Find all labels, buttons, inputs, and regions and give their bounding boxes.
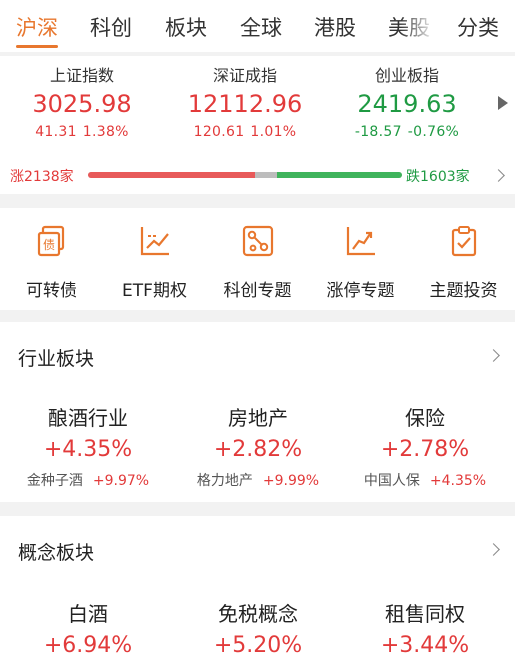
shortcut-convertible-bonds[interactable]: 债 可转债 [0,224,103,301]
tab-fade-overlay [400,0,442,50]
market-breadth[interactable]: 涨2138家 跌1603家 [0,164,515,188]
leading-stock-name: 中国人保 [363,473,420,489]
index-name: 深证成指 [212,66,277,85]
sector-name: 白酒 [68,602,108,626]
tab-hk-stocks[interactable]: 港股 [314,12,356,42]
network-icon [242,225,273,257]
shortcut-label: 主题投资 [429,281,498,301]
section-title: 行业板块 [18,348,95,370]
index-shanghai[interactable]: 上证指数 3025.98 41.31 1.38% [2,62,162,140]
shortcut-limit-up-topics[interactable]: 涨停专题 [309,224,412,301]
sector-tile[interactable]: 保险 +2.78% 中国人保 +4.35% [339,402,511,490]
decliners-label: 跌1603家 [406,169,470,185]
index-change: -18.57 -0.76% [327,124,487,140]
play-icon[interactable] [498,96,508,110]
sector-change: +3.44% [380,633,470,658]
shortcut-label: 科创专题 [223,281,292,301]
options-chart-icon [140,227,169,256]
sector-change: +2.78% [380,437,470,462]
concept-sector-panel: 概念板块 白酒 +6.94% 免税概念 +5.20% 租售同权 +3.44% [0,516,515,663]
tab-sectors[interactable]: 板块 [165,12,207,42]
sector-change: +6.94% [43,633,133,658]
leading-stock: 中国人保 +4.35% [339,470,511,490]
bond-icon: 债 [37,225,64,257]
sector-name: 租售同权 [385,602,465,626]
sector-name: 免税概念 [218,602,298,626]
sector-change: +5.20% [213,633,303,658]
sector-tile[interactable]: 租售同权 +3.44% [339,598,511,658]
sector-tile[interactable]: 白酒 +6.94% [2,598,174,658]
sector-name: 保险 [405,406,445,430]
sector-name: 房地产 [228,406,288,430]
shortcut-label: 可转债 [26,281,77,301]
shortcut-star-topics[interactable]: 科创专题 [206,224,309,301]
market-tab-bar: 沪深 科创 板块 全球 港股 美股 分类 [0,0,515,52]
index-value: 12112.96 [187,90,303,118]
sector-tile[interactable]: 酿酒行业 +4.35% 金种子酒 +9.97% [2,402,174,490]
index-card: 上证指数 3025.98 41.31 1.38% 深证成指 12112.96 12… [0,56,515,194]
index-change: 41.31 1.38% [2,124,162,140]
sector-tile[interactable]: 房地产 +2.82% 格力地产 +9.99% [172,402,344,490]
leading-stock-name: 格力地产 [196,473,253,489]
advancers-label: 涨2138家 [10,169,74,185]
tab-star-market[interactable]: 科创 [90,12,132,42]
index-change-pct: 1.01% [250,124,297,140]
tab-shanghai-shenzhen[interactable]: 沪深 [16,12,58,42]
breadth-bar [88,172,402,178]
shortcut-label: 涨停专题 [326,281,395,301]
leading-stock: 格力地产 +9.99% [172,470,344,490]
index-name: 上证指数 [49,66,114,85]
sector-tile[interactable]: 免税概念 +5.20% [172,598,344,658]
index-change-points: 120.61 [193,124,245,140]
trend-up-icon [346,227,375,256]
index-value: 3025.98 [32,90,132,118]
active-tab-indicator [16,45,58,48]
leading-stock-change: +9.99% [262,473,320,489]
index-shenzhen[interactable]: 深证成指 12112.96 120.61 1.01% [165,62,325,140]
shortcut-label: ETF期权 [122,281,187,301]
shortcut-grid: 债 可转债 ETF期权 科创专题 涨停专题 主题投资 [0,208,515,310]
leading-stock-name: 金种子酒 [26,473,83,489]
tab-global[interactable]: 全球 [240,12,282,42]
leading-stock-change: +4.35% [429,473,487,489]
shortcut-etf-options[interactable]: ETF期权 [103,224,206,301]
section-title: 概念板块 [18,542,95,564]
leading-stock-change: +9.97% [92,473,150,489]
shortcut-theme-investing[interactable]: 主题投资 [412,224,515,301]
tab-categories[interactable]: 分类 [457,12,499,42]
leading-stock: 金种子酒 +9.97% [2,470,174,490]
industry-sector-panel: 行业板块 酿酒行业 +4.35% 金种子酒 +9.97% 房地产 +2.82% 格… [0,322,515,502]
index-change: 120.61 1.01% [165,124,325,140]
sector-change: +2.82% [213,437,303,462]
index-value: 2419.63 [357,90,457,118]
chevron-right-icon[interactable] [487,543,500,556]
sector-change: +4.35% [43,437,133,462]
chevron-right-icon [492,169,505,182]
breadth-bar-down [276,172,402,178]
svg-text:债: 债 [42,238,54,252]
index-change-pct: -0.76% [407,124,460,140]
index-change-points: -18.57 [354,124,402,140]
index-change-pct: 1.38% [82,124,129,140]
clipboard-check-icon [451,226,476,257]
breadth-bar-flat [254,172,277,178]
sector-name: 酿酒行业 [48,406,128,430]
index-chinext[interactable]: 创业板指 2419.63 -18.57 -0.76% [327,62,487,140]
index-name: 创业板指 [374,66,439,85]
breadth-bar-up [88,172,255,178]
index-change-points: 41.31 [35,124,77,140]
chevron-right-icon[interactable] [487,349,500,362]
